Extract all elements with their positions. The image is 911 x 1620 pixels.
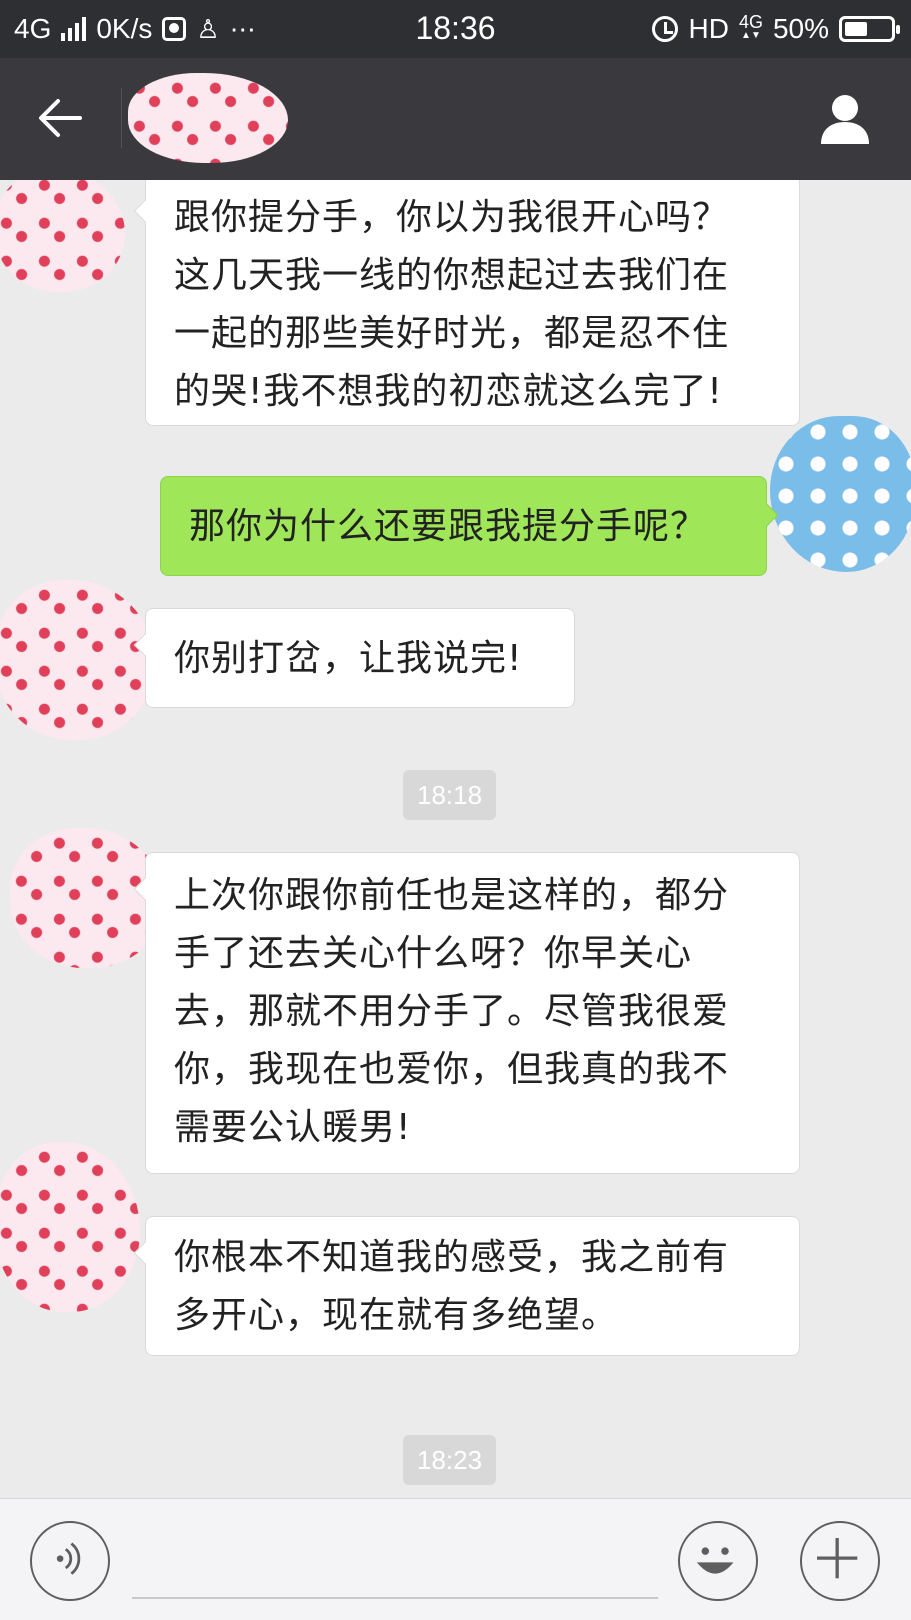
emoji-button[interactable] [678,1521,758,1601]
message-bubble-received[interactable]: 你别打岔，让我说完! [133,608,575,708]
contact-avatar[interactable] [0,580,155,740]
message-line: 去，那就不用分手了。尽管我很爱 [174,991,730,1032]
emoji-icon [696,1547,734,1574]
voice-button[interactable] [30,1521,110,1601]
battery-percent: 50% [772,13,829,44]
plus-icon [817,1538,858,1579]
message-bubble-received[interactable]: 上次你跟你前任也是这样的，都分 手了还去关心什么呀？你早关心 去，那就不用分手了… [133,852,800,1174]
message-line: 你根本不知道我的感受，我之前有 [174,1237,730,1278]
message-bubble-received[interactable]: 跟你提分手，你以为我很开心吗？ 这几天我一线的你想起过去我们在 一起的那些美好时… [133,180,800,426]
message-line: 上次你跟你前任也是这样的，都分 [174,875,730,916]
net-4g-label: 4G [738,12,763,32]
voice-icon [56,1542,81,1575]
person-icon[interactable] [815,88,875,148]
message-bubble-received[interactable]: 你根本不知道我的感受，我之前有 多开心，现在就有多绝望。 [133,1216,800,1356]
message-bubble-sent[interactable]: 那你为什么还要跟我提分手呢？ [160,476,779,576]
timestamp: 18:23 [403,1435,497,1485]
message-line: 一起的那些美好时光，都是忍不住 [174,313,730,354]
back-arrow-icon[interactable] [30,88,90,148]
plus-button[interactable] [800,1521,880,1601]
message-text: 那你为什么还要跟我提分手呢？ [189,506,708,547]
contact-avatar[interactable] [0,180,125,292]
message-line: 这几天我一线的你想起过去我们在 [174,255,730,296]
chat-area[interactable]: 跟你提分手，你以为我很开心吗？ 这几天我一线的你想起过去我们在 一起的那些美好时… [0,180,911,1498]
message-input[interactable] [132,1529,658,1599]
timestamp: 18:18 [403,770,497,820]
bubble-tail [133,199,157,223]
net-4g-icon: 4G ▲▼ [738,12,763,41]
hd-label: HD [688,13,729,44]
message-line: 的哭!我不想我的初恋就这么完了! [174,371,723,412]
my-avatar[interactable] [770,416,911,572]
message-line: 手了还去关心什么呀？你早关心 [174,933,693,974]
header-divider [121,88,122,148]
message-line: 跟你提分手，你以为我很开心吗？ [174,197,730,238]
input-bar [0,1498,911,1620]
status-right: HD 4G ▲▼ 50% [652,12,900,46]
status-bar: 4G 0K/s ♙ ⋯ 18:36 HD 4G ▲▼ 50% [0,0,911,58]
message-line: 需要公认暖男! [174,1107,412,1148]
battery-icon [839,16,900,42]
contact-avatar[interactable] [0,1142,140,1312]
battery-fill [845,22,867,36]
contact-name-redacted [128,73,288,163]
alarm-icon [652,16,679,42]
chat-header [0,58,911,180]
message-text: 你别打岔，让我说完! [174,638,523,679]
message-line: 你，我现在也爱你，但我真的我不 [174,1049,730,1090]
message-line: 多开心，现在就有多绝望。 [174,1295,619,1336]
